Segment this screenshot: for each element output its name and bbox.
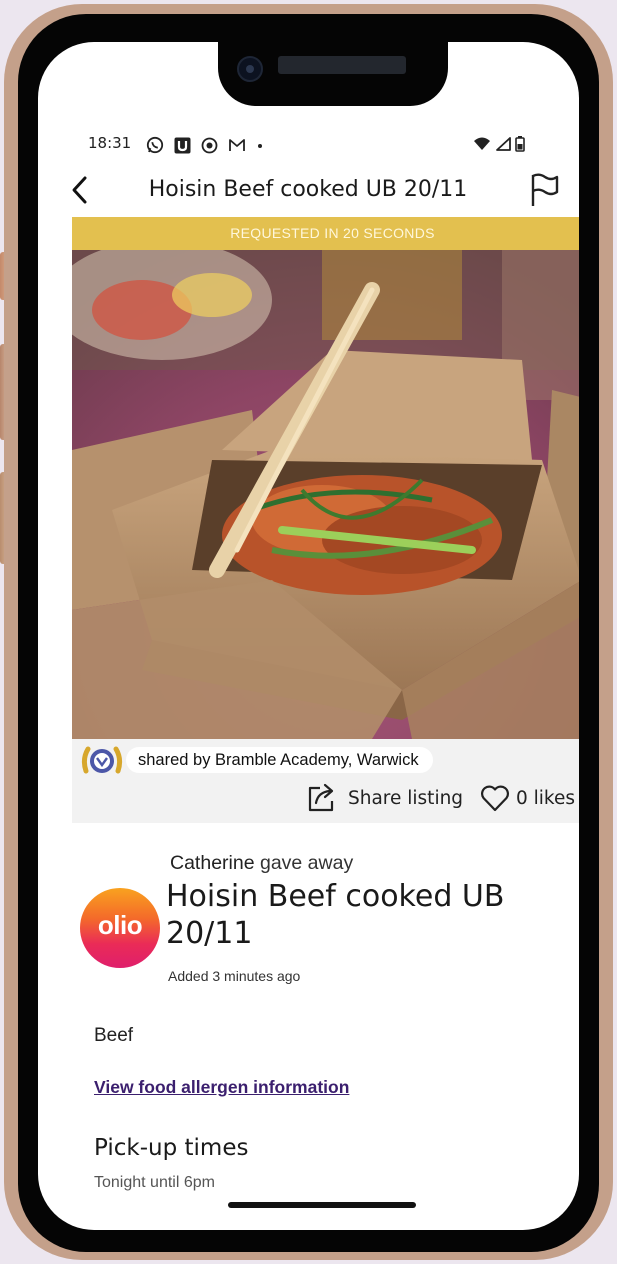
shared-by-panel: shared by Bramble Academy, Warwick Share…: [72, 739, 579, 823]
pickup-times-heading: Pick-up times: [94, 1135, 249, 1161]
added-time: Added 3 minutes ago: [168, 968, 301, 984]
share-listing-label: Share listing: [348, 787, 464, 809]
wifi-icon: [473, 136, 491, 157]
location-pin-icon: [201, 137, 218, 159]
status-time: 18:31: [88, 134, 132, 152]
giver-line: Catherine gave away: [170, 852, 353, 875]
gmail-icon: [228, 137, 246, 158]
like-button[interactable]: 0 likes: [479, 781, 575, 815]
listing-photo[interactable]: [72, 250, 579, 739]
heart-icon: [481, 785, 509, 812]
status-bar: 18:31: [38, 134, 579, 158]
giver-name[interactable]: Catherine: [170, 852, 255, 874]
report-button[interactable]: [525, 170, 565, 210]
earpiece-speaker: [278, 56, 406, 74]
camera-notch: [218, 42, 448, 106]
system-status-icons: [473, 136, 525, 157]
signal-icon: [495, 136, 511, 157]
u-app-icon: [174, 137, 191, 159]
item-title: Hoisin Beef cooked UB 20/11: [166, 879, 505, 951]
back-button[interactable]: [64, 172, 100, 208]
share-icon: [308, 783, 334, 812]
allergen-info-link[interactable]: View food allergen information: [94, 1077, 349, 1098]
home-indicator[interactable]: [228, 1202, 416, 1208]
share-listing-button[interactable]: Share listing: [306, 781, 463, 815]
pickup-times-value: Tonight until 6pm: [94, 1174, 215, 1191]
requested-banner: REQUESTED IN 20 SECONDS: [72, 217, 579, 250]
phone-frame: 18:31 Hoisin Beef cooked UB 20/11 REQUES…: [4, 4, 613, 1260]
likes-count: 0 likes: [516, 787, 576, 809]
notification-icons: [146, 136, 264, 159]
phone-bezel: 18:31 Hoisin Beef cooked UB 20/11 REQUES…: [18, 14, 599, 1252]
front-camera: [237, 56, 263, 82]
shared-by-label: shared by Bramble Academy, Warwick: [126, 747, 433, 773]
olio-logo-text: olio: [97, 910, 143, 940]
top-app-bar: Hoisin Beef cooked UB 20/11: [38, 170, 579, 210]
phone-screen: 18:31 Hoisin Beef cooked UB 20/11 REQUES…: [38, 42, 579, 1230]
battery-icon: [515, 136, 525, 157]
page-title: Hoisin Beef cooked UB 20/11: [148, 177, 468, 202]
olio-logo: olio: [80, 888, 160, 968]
item-category: Beef: [94, 1025, 134, 1046]
giver-action: gave away: [259, 852, 354, 874]
flag-icon: [531, 173, 559, 206]
community-badge-icon: [78, 741, 126, 781]
dot-icon: [256, 137, 264, 158]
whatsapp-icon: [146, 136, 164, 159]
chevron-left-icon: [72, 176, 87, 204]
